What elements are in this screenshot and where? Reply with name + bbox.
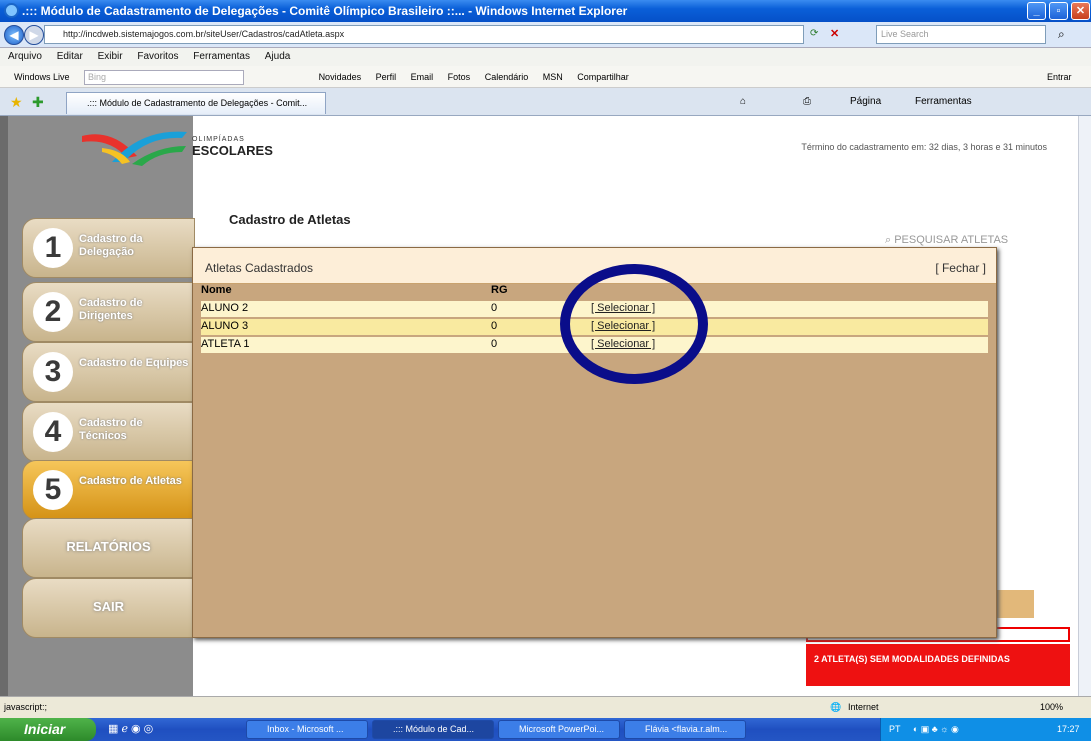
sidebar-item-label: Cadastro de Atletas — [79, 475, 182, 487]
task-ie[interactable]: .::: Módulo de Cad... — [372, 720, 494, 739]
step-number: 4 — [33, 412, 73, 452]
search-icon[interactable]: ⌕ — [1058, 27, 1065, 42]
tools-menu[interactable]: Ferramentas — [915, 96, 972, 107]
link-email[interactable]: Email — [411, 72, 434, 82]
logo-text-top: OLIMPÍADAS — [192, 136, 245, 143]
menu-arquivo[interactable]: Arquivo — [4, 51, 46, 62]
link-novidades[interactable]: Novidades — [319, 72, 362, 82]
athlete-name: ATLETA 1 — [201, 338, 250, 350]
sidebar-item-dirigentes[interactable]: 2 Cadastro de Dirigentes — [22, 282, 195, 342]
tab-bar: ★ ✚ .::: Módulo de Cadastramento de Dele… — [0, 88, 1091, 116]
page-menu[interactable]: Página — [850, 96, 881, 107]
olimpiadas-logo-icon — [82, 131, 187, 166]
sidebar-item-sair[interactable]: SAIR — [22, 578, 195, 638]
minimize-button[interactable]: _ — [1027, 2, 1046, 20]
search-input[interactable]: Live Search — [876, 25, 1046, 44]
sidebar-item-equipes[interactable]: 3 Cadastro de Equipes — [22, 342, 195, 402]
link-calendario[interactable]: Calendário — [485, 72, 529, 82]
step-number: 3 — [33, 352, 73, 392]
pending-item[interactable]: 2 ATLETA(S) SEM MODALIDADES DEFINIDAS — [806, 644, 1070, 686]
links-toolbar: Windows Live Bing Novidades Perfil Email… — [0, 66, 1091, 88]
sidebar-item-relatorios[interactable]: RELATÓRIOS — [22, 518, 195, 578]
sidebar-item-label: Cadastro de Equipes — [79, 357, 189, 369]
address-bar: ◀ ▶ http://incdweb.sistemajogos.com.br/s… — [0, 22, 1091, 48]
system-tray: PT ◐ ▣ ♣ ☼ ◉ 17:27 — [880, 718, 1091, 741]
page-scrollbar[interactable] — [1078, 116, 1091, 696]
browser-tab[interactable]: .::: Módulo de Cadastramento de Delegaçõ… — [66, 92, 326, 114]
sidebar-item-tecnicos[interactable]: 4 Cadastro de Técnicos — [22, 402, 195, 462]
sidebar-item-label: Cadastro de Dirigentes — [79, 297, 143, 322]
search-athletes-label: PESQUISAR ATLETAS — [894, 234, 1009, 246]
column-rg: RG — [491, 284, 508, 296]
highlight-circle — [560, 264, 708, 384]
clock: 17:27 — [1057, 724, 1080, 734]
tray-icons[interactable]: ◐ ▣ ♣ ☼ ◉ — [913, 724, 959, 734]
window-title-bar: .::: Módulo de Cadastramento de Delegaçõ… — [0, 0, 1091, 22]
menu-ajuda[interactable]: Ajuda — [261, 51, 295, 62]
maximize-button[interactable]: ▫ — [1049, 2, 1068, 20]
sidebar-item-atletas[interactable]: 5 Cadastro de Atletas — [22, 460, 195, 520]
close-button[interactable]: ✕ — [1071, 2, 1090, 20]
link-msn[interactable]: MSN — [543, 72, 563, 82]
modal-close-button[interactable]: [ Fechar ] — [935, 261, 986, 275]
step-number: 5 — [33, 470, 73, 510]
print-icon[interactable]: ⎙ — [803, 96, 811, 107]
url-field[interactable]: http://incdweb.sistemajogos.com.br/siteU… — [44, 25, 804, 44]
back-button[interactable]: ◀ — [4, 25, 24, 45]
taskbar: Iniciar ▦ ℯ ◉ ◎ Inbox - Microsoft ... .:… — [0, 718, 1091, 741]
sidebar-item-delegacao[interactable]: 1 Cadastro da Delegação — [22, 218, 195, 278]
step-number: 1 — [33, 228, 73, 268]
zone-label: Internet — [848, 702, 879, 712]
menu-favoritos[interactable]: Favoritos — [133, 51, 182, 62]
signin-link[interactable]: Entrar — [1047, 66, 1072, 88]
athlete-rg: 0 — [491, 302, 498, 314]
menu-ferramentas[interactable]: Ferramentas — [189, 51, 254, 62]
link-fotos[interactable]: Fotos — [448, 72, 471, 82]
logo-text-bottom: ESCOLARES — [192, 143, 273, 158]
menu-exibir[interactable]: Exibir — [94, 51, 127, 62]
magnifier-icon: ⌕ — [885, 234, 895, 246]
column-nome: Nome — [201, 284, 232, 296]
refresh-icon[interactable]: ⟳ — [810, 28, 818, 39]
add-favorites-icon[interactable]: ✚ — [32, 94, 44, 111]
athlete-rg: 0 — [491, 338, 498, 350]
sidebar-item-label: Cadastro de Técnicos — [79, 417, 143, 442]
deadline-countdown: Término do cadastramento em: 32 dias, 3 … — [801, 142, 1047, 152]
zoom-level[interactable]: 100% — [1040, 697, 1063, 717]
athlete-name: ALUNO 2 — [201, 302, 249, 314]
task-powerpoint[interactable]: Microsoft PowerPoi... — [498, 720, 620, 739]
window-title: .::: Módulo de Cadastramento de Delegaçõ… — [22, 4, 628, 18]
search-athletes-link[interactable]: ⌕ PESQUISAR ATLETAS — [885, 234, 1008, 247]
sidebar-item-label: Cadastro da Delegação — [79, 233, 143, 258]
forward-button[interactable]: ▶ — [24, 25, 44, 45]
modal-title: Atletas Cadastrados — [205, 261, 314, 275]
start-button[interactable]: Iniciar — [0, 718, 96, 741]
ie-icon — [4, 3, 19, 18]
task-email[interactable]: Flávia <flavia.r.alm... — [624, 720, 746, 739]
status-text: javascript:; — [4, 702, 48, 712]
athlete-rg: 0 — [491, 320, 498, 332]
task-inbox[interactable]: Inbox - Microsoft ... — [246, 720, 368, 739]
link-compartilhar[interactable]: Compartilhar — [577, 72, 629, 82]
windows-live-link[interactable]: Windows Live — [14, 72, 70, 82]
step-number: 2 — [33, 292, 73, 332]
menu-bar: Arquivo Editar Exibir Favoritos Ferramen… — [0, 48, 1091, 66]
bing-search-input[interactable]: Bing — [84, 70, 245, 86]
home-icon[interactable]: ⌂ — [740, 96, 746, 107]
globe-icon: 🌐 — [830, 702, 842, 712]
menu-editar[interactable]: Editar — [53, 51, 87, 62]
status-bar: javascript:; 🌐 Internet 100% — [0, 696, 1091, 718]
quicklaunch-icons[interactable]: ▦ ℯ ◉ ◎ — [108, 722, 153, 735]
favorites-star-icon[interactable]: ★ — [10, 94, 23, 111]
page-title: Cadastro de Atletas — [229, 212, 351, 227]
link-perfil[interactable]: Perfil — [376, 72, 397, 82]
stop-icon[interactable]: ✕ — [830, 27, 839, 40]
language-indicator[interactable]: PT — [889, 724, 900, 734]
athlete-name: ALUNO 3 — [201, 320, 249, 332]
